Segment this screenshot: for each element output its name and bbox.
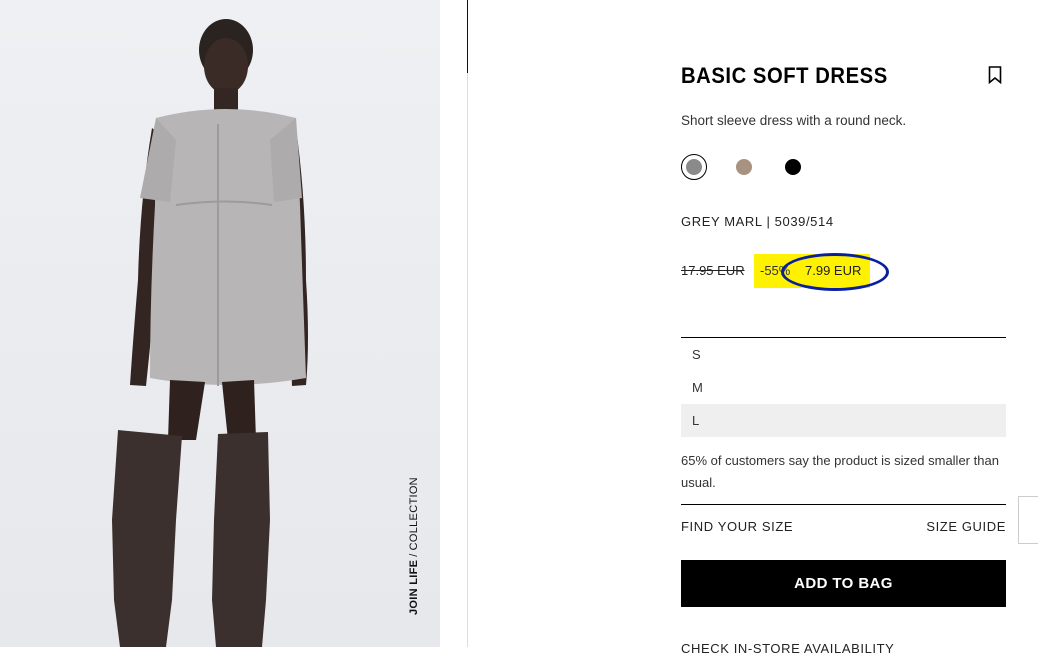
swatch-dot (736, 159, 752, 175)
collection-tag: JOIN LIFE / COLLECTION (408, 477, 420, 615)
product-details: BASIC SOFT DRESS Short sleeve dress with… (681, 0, 1006, 656)
size-label: S (692, 347, 701, 362)
swatch-dot (785, 159, 801, 175)
color-swatch-taupe[interactable] (731, 154, 757, 180)
size-option-l[interactable]: L (681, 404, 1006, 437)
discount-badge: -55% (760, 263, 791, 278)
collection-brand: JOIN LIFE (408, 559, 420, 615)
divider (681, 504, 1006, 505)
model-illustration (112, 19, 308, 647)
collection-separator: / (408, 553, 420, 557)
swatch-dot (686, 159, 702, 175)
color-reference: GREY MARL | 5039/514 (681, 214, 834, 229)
bookmark-icon[interactable] (988, 66, 1002, 85)
color-swatch-grey[interactable] (681, 154, 707, 180)
product-description: Short sleeve dress with a round neck. (681, 113, 907, 128)
gallery-track (467, 73, 468, 647)
side-panel-tab[interactable] (1018, 496, 1038, 544)
sale-price: 7.99 EUR (805, 263, 862, 278)
size-label: L (692, 413, 700, 428)
product-title: BASIC SOFT DRESS (681, 63, 888, 88)
find-your-size-link[interactable]: FIND YOUR SIZE (681, 519, 793, 534)
gallery-scroll-indicator[interactable] (467, 0, 468, 73)
size-option-s[interactable]: S (681, 338, 1006, 371)
size-option-m[interactable]: M (681, 371, 1006, 404)
product-image[interactable]: JOIN LIFE / COLLECTION (0, 0, 440, 647)
size-selector: S M L (681, 337, 1006, 437)
add-to-bag-button[interactable]: ADD TO BAG (681, 560, 1006, 607)
size-guide-link[interactable]: SIZE GUIDE (926, 519, 1006, 534)
fit-note: 65% of customers say the product is size… (681, 453, 999, 490)
check-store-availability-link[interactable]: CHECK IN-STORE AVAILABILITY (681, 641, 894, 656)
old-price: 17.95 EUR (681, 263, 745, 278)
color-swatch-black[interactable] (780, 154, 806, 180)
collection-label: COLLECTION (408, 477, 420, 551)
size-label: M (692, 380, 703, 395)
